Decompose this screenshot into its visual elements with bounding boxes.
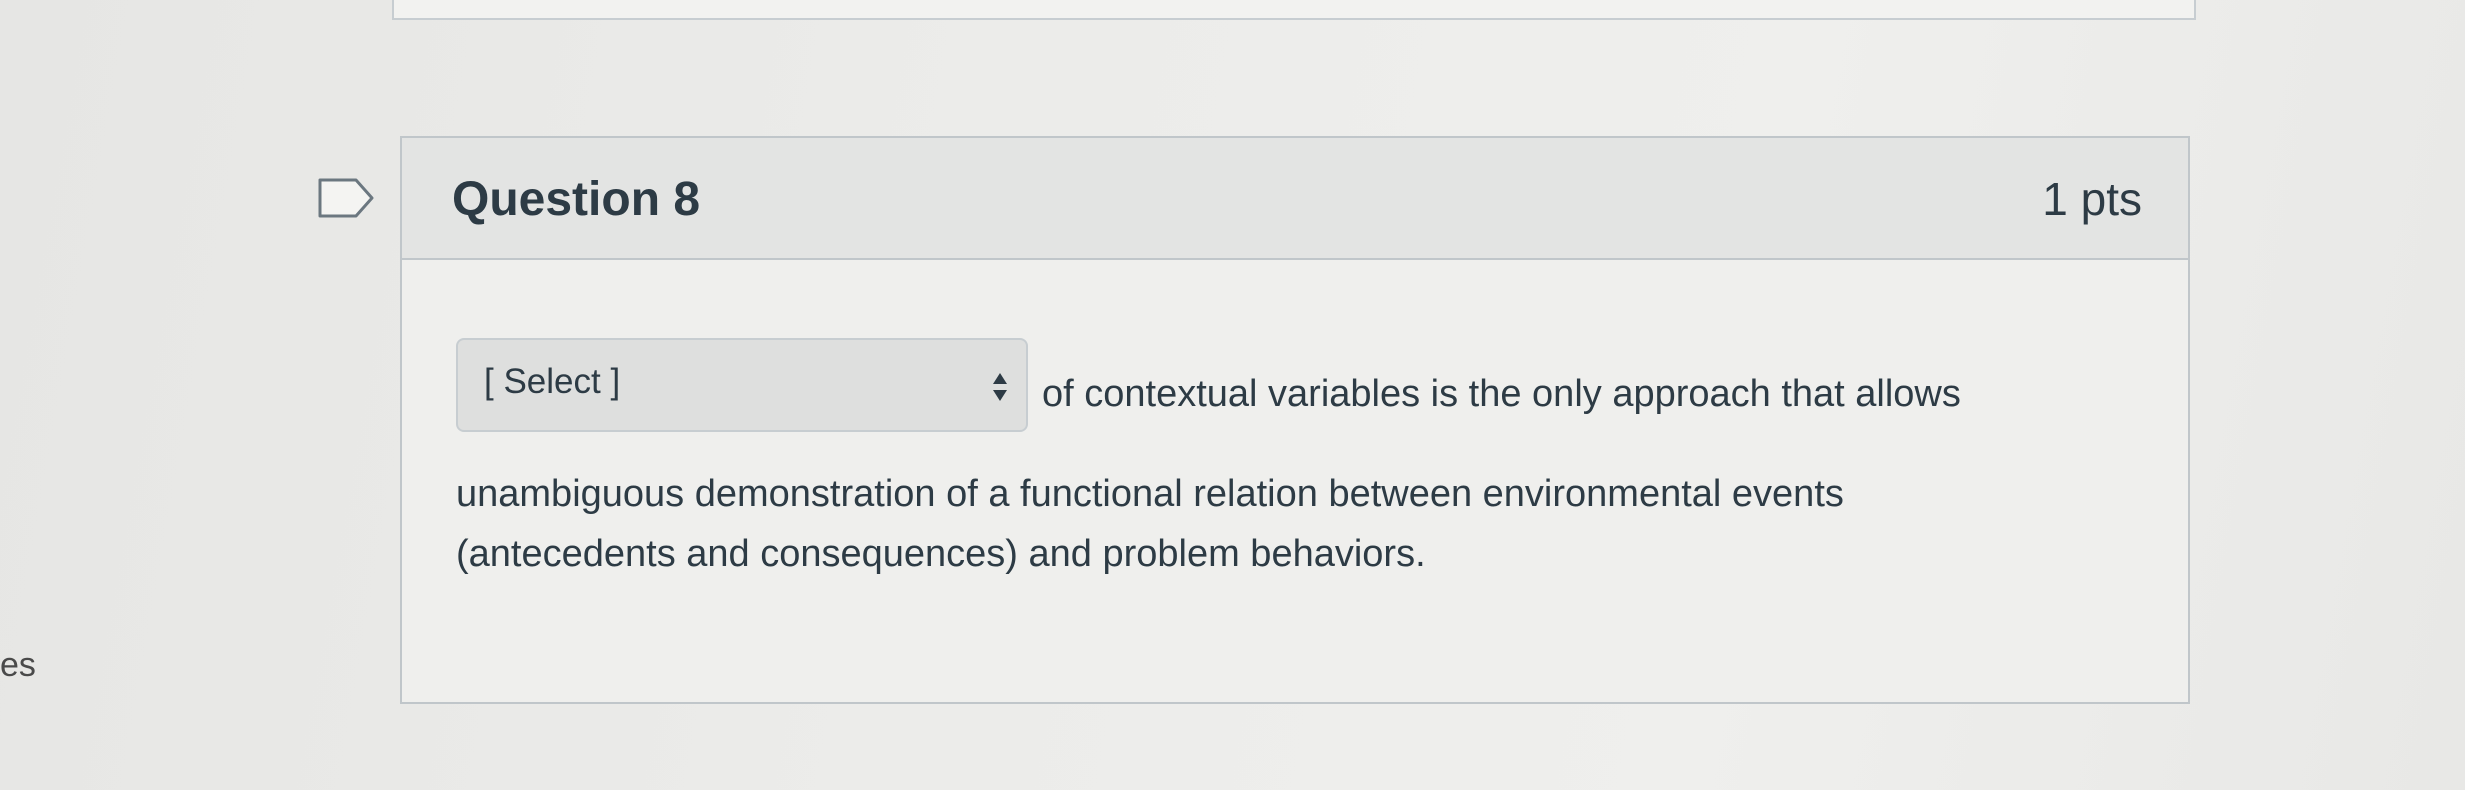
answer-select-value: [ Select ] bbox=[484, 362, 621, 401]
question-card: Question 8 1 pts [ Select ] of contextua… bbox=[400, 136, 2190, 704]
question-header: Question 8 1 pts bbox=[402, 138, 2188, 260]
question-text-line-2: unambiguous demonstration of a functiona… bbox=[456, 473, 1844, 515]
question-text-line-1: of contextual variables is the only appr… bbox=[1042, 373, 1961, 415]
flag-question-icon[interactable] bbox=[318, 178, 374, 218]
question-title: Question 8 bbox=[452, 173, 701, 226]
answer-select-dropdown[interactable]: [ Select ] bbox=[456, 338, 1028, 432]
question-points: 1 pts bbox=[2042, 173, 2142, 225]
previous-question-card bbox=[392, 0, 2196, 20]
sidebar-partial-text: es bbox=[0, 646, 36, 684]
question-text-line-3: (antecedents and consequences) and probl… bbox=[456, 533, 1426, 575]
up-down-arrows-icon bbox=[993, 373, 1007, 401]
